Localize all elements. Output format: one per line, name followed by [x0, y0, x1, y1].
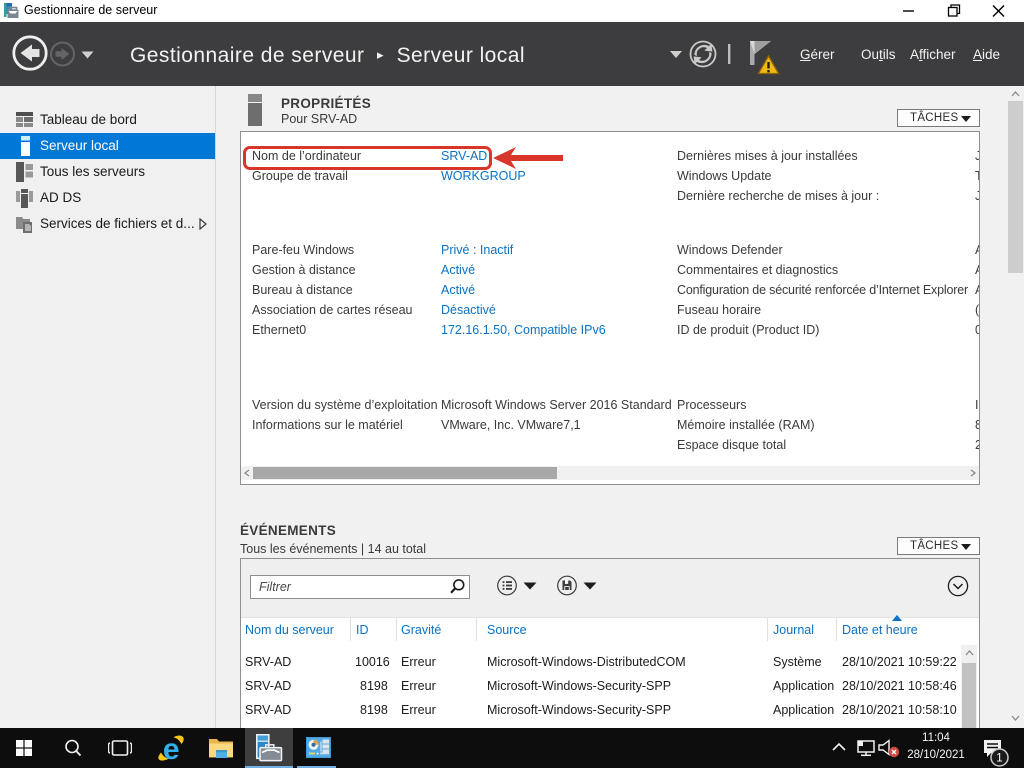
- svg-text:1: 1: [996, 753, 1002, 765]
- svg-text:e: e: [163, 734, 180, 762]
